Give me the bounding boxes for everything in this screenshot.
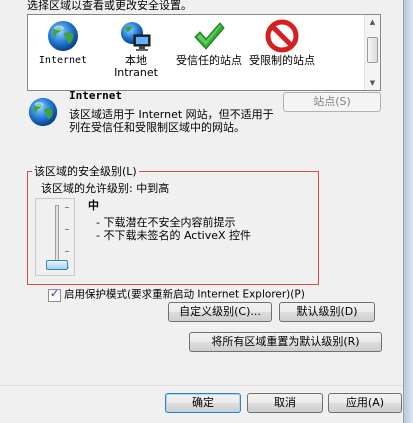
slider-tick (65, 207, 69, 208)
scroll-thumb[interactable] (367, 37, 378, 63)
zone-intranet[interactable]: 本地 Intranet (96, 19, 176, 79)
allowed-level-label: 该区域的允许级别: 中到高 (41, 182, 170, 195)
footer-separator (0, 385, 403, 386)
reset-all-zones-button[interactable]: 将所有区域重置为默认级别(R) (189, 332, 382, 352)
protected-mode-option[interactable]: ✓ 启用保护模式(要求重新启动 Internet Explorer)(P) (48, 286, 305, 302)
level-description-line: - 下载潜在不安全内容前提示 (96, 216, 236, 229)
default-level-button[interactable]: 默认级别(D) (279, 302, 375, 322)
slider-thumb[interactable] (46, 260, 68, 270)
zone-restricted-sites[interactable]: 受限制的站点 (242, 19, 322, 67)
zone-list-scrollbar[interactable]: ▲ ▼ (364, 15, 380, 90)
intranet-icon (121, 22, 151, 51)
security-level-name: 中 (88, 199, 99, 212)
window-frame-edge (403, 0, 413, 423)
slider-tick (65, 229, 69, 230)
scroll-up-icon[interactable]: ▲ (365, 15, 380, 29)
custom-level-button[interactable]: 自定义级别(C)... (168, 302, 272, 322)
globe-icon (48, 21, 78, 51)
slider-tick (65, 251, 69, 252)
green-checkmark-icon (194, 22, 225, 50)
zone-select-instruction: 选择区域以查看或更改安全设置。 (27, 0, 192, 12)
security-level-group-title: 该区域的安全级别(L) (32, 165, 139, 178)
apply-button[interactable]: 应用(A) (328, 393, 402, 413)
zone-internet[interactable]: Internet (23, 19, 103, 67)
security-level-slider[interactable] (35, 198, 75, 276)
protected-mode-checkbox[interactable]: ✓ (48, 286, 61, 302)
cancel-button[interactable]: 取消 (247, 393, 323, 413)
protected-mode-label: 启用保护模式(要求重新启动 Internet Explorer)(P) (64, 288, 305, 301)
sites-button[interactable]: 站点(S) (283, 92, 381, 112)
red-prohibited-icon (265, 19, 299, 53)
globe-icon (28, 97, 58, 127)
zone-label: 受限制的站点 (249, 54, 315, 67)
checkmark-icon: ✓ (50, 286, 60, 300)
selected-zone-title: Internet (69, 89, 122, 102)
zone-label: 受信任的站点 (176, 54, 242, 67)
scroll-down-icon[interactable]: ▼ (365, 76, 380, 90)
zone-label: 本地 Intranet (114, 54, 158, 79)
ok-button[interactable]: 确定 (165, 393, 241, 413)
zone-list[interactable]: Internet 本地 Intranet 受信任的站点 受限制的站点 ▲ ▼ (27, 14, 381, 91)
level-description-line: - 不下载未签名的 ActiveX 控件 (96, 229, 252, 242)
selected-zone-description: 该区域适用于 Internet 网站，但不适用于列在受信任和受限制区域中的网站。 (69, 108, 274, 134)
zone-label: Internet (38, 55, 88, 66)
zone-trusted-sites[interactable]: 受信任的站点 (169, 19, 249, 67)
